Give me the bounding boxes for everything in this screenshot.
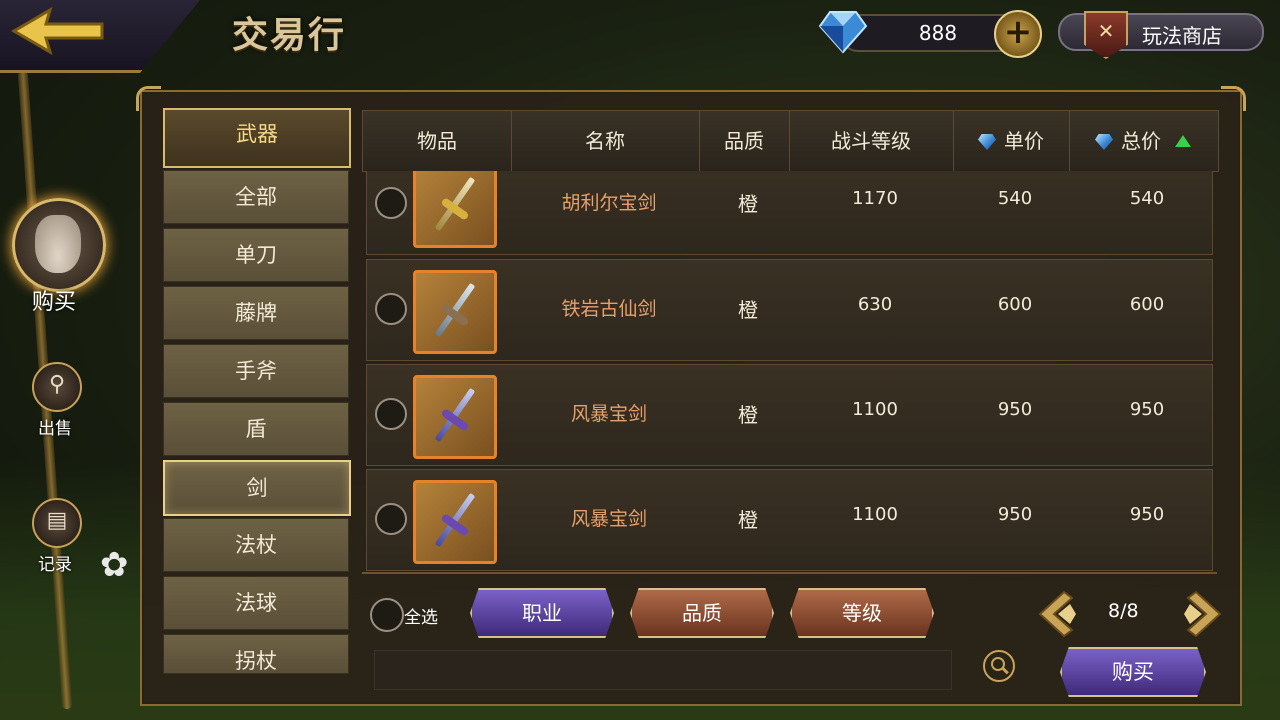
- category-orb[interactable]: 法球: [163, 576, 349, 630]
- row-select-radio[interactable]: [375, 293, 407, 325]
- nav-buy-button[interactable]: [12, 198, 106, 292]
- currency-value: 888: [918, 21, 958, 45]
- column-item: 物品: [363, 111, 512, 171]
- list-divider: [362, 572, 1217, 580]
- buy-button[interactable]: 购买: [1060, 647, 1206, 697]
- category-shield[interactable]: 盾: [163, 402, 349, 456]
- item-name: 胡利尔宝剑: [561, 192, 657, 214]
- item-quality: 橙: [738, 508, 758, 532]
- item-name: 风暴宝剑: [570, 403, 647, 425]
- panel-corner-ornament: [136, 86, 161, 111]
- message-bar: [374, 650, 952, 690]
- item-quality: 橙: [738, 298, 758, 322]
- item-combat-level: 1170: [852, 188, 898, 209]
- filter-quality-button[interactable]: 品质: [630, 588, 774, 638]
- add-currency-button[interactable]: +: [994, 10, 1042, 58]
- table-row[interactable]: 胡利尔宝剑 橙 1170 540 540: [366, 171, 1213, 255]
- category-sword[interactable]: 剑: [163, 460, 351, 516]
- item-combat-level: 1100: [852, 399, 898, 420]
- back-button[interactable]: [10, 6, 106, 56]
- select-all-label[interactable]: 全选: [404, 603, 438, 628]
- category-staff[interactable]: 法杖: [163, 518, 349, 572]
- item-total-price: 540: [1129, 188, 1165, 209]
- scroll-icon: ▤: [46, 508, 68, 533]
- item-total-price: 600: [1129, 294, 1165, 315]
- category-rattan-shield[interactable]: 藤牌: [163, 286, 349, 340]
- category-crutch[interactable]: 拐杖: [163, 634, 349, 674]
- nav-sell-button[interactable]: ⚲: [32, 362, 82, 412]
- item-name: 风暴宝剑: [570, 508, 647, 530]
- table-row[interactable]: 铁岩古仙剑 橙 630 600 600: [366, 259, 1213, 361]
- steel-sword-icon: [413, 270, 497, 354]
- item-total-price: 950: [1129, 504, 1165, 525]
- item-name: 铁岩古仙剑: [561, 298, 657, 320]
- total-price-label: 总价: [1121, 129, 1161, 153]
- select-all-radio[interactable]: [370, 598, 404, 632]
- row-select-radio[interactable]: [375, 187, 407, 219]
- table-row[interactable]: 风暴宝剑 橙 1100 950 950: [366, 469, 1213, 571]
- gameplay-shop-button[interactable]: ✕ 玩法商店: [1058, 11, 1264, 59]
- nav-buy-label: 购买: [32, 290, 77, 315]
- golden-sword-icon: [413, 171, 497, 248]
- search-button[interactable]: [983, 650, 1015, 682]
- nav-sell-label: 出售: [38, 419, 72, 439]
- item-combat-level: 630: [857, 294, 893, 315]
- sort-ascending-icon: [1175, 135, 1191, 147]
- shop-button-label: 玩法商店: [1142, 24, 1222, 48]
- prev-page-button[interactable]: [1036, 590, 1080, 638]
- storm-sword-icon: [413, 375, 497, 459]
- table-row[interactable]: 风暴宝剑 橙 1100 950 950: [366, 364, 1213, 466]
- diamond-icon: [1095, 134, 1113, 150]
- money-bag-icon: [35, 215, 81, 273]
- item-combat-level: 1100: [852, 504, 898, 525]
- column-quality: 品质: [699, 111, 790, 171]
- back-arrow-icon: [11, 6, 104, 56]
- category-all[interactable]: 全部: [163, 170, 349, 224]
- sell-icon: ⚲: [48, 372, 66, 397]
- filter-level-button[interactable]: 等级: [790, 588, 934, 638]
- item-unit-price: 950: [997, 504, 1033, 525]
- column-total-price[interactable]: 总价: [1069, 111, 1217, 171]
- table-header: 物品 名称 品质 战斗等级 单价 总价: [362, 110, 1219, 172]
- shop-emblem-icon: ✕: [1084, 11, 1128, 59]
- row-select-radio[interactable]: [375, 398, 407, 430]
- item-unit-price: 600: [997, 294, 1033, 315]
- listing-list[interactable]: 胡利尔宝剑 橙 1170 540 540 铁岩古仙剑 橙 630 600 600…: [362, 171, 1217, 574]
- item-total-price: 950: [1129, 399, 1165, 420]
- item-unit-price: 950: [997, 399, 1033, 420]
- category-saber[interactable]: 单刀: [163, 228, 349, 282]
- column-combat-level: 战斗等级: [789, 111, 954, 171]
- storm-sword-icon: [413, 480, 497, 564]
- column-name: 名称: [511, 111, 700, 171]
- nav-records-label: 记录: [38, 555, 72, 575]
- item-unit-price: 540: [997, 188, 1033, 209]
- filter-class-button[interactable]: 职业: [470, 588, 614, 638]
- diamond-icon: [818, 11, 868, 54]
- diamond-icon: [978, 134, 996, 150]
- item-quality: 橙: [738, 192, 758, 216]
- category-header-weapons[interactable]: 武器: [163, 108, 351, 168]
- page-indicator: 8/8: [1108, 600, 1139, 622]
- plus-icon: +: [1003, 12, 1033, 52]
- panel-corner-ornament: [1221, 86, 1246, 111]
- row-select-radio[interactable]: [375, 503, 407, 535]
- page-title: 交易行: [232, 15, 347, 56]
- nav-records-button[interactable]: ▤: [32, 498, 82, 548]
- column-unit-price[interactable]: 单价: [953, 111, 1070, 171]
- unit-price-label: 单价: [1004, 129, 1044, 153]
- search-icon-handle: [1001, 666, 1009, 675]
- next-page-button[interactable]: [1180, 590, 1224, 638]
- item-quality: 橙: [738, 403, 758, 427]
- category-hand-axe[interactable]: 手斧: [163, 344, 349, 398]
